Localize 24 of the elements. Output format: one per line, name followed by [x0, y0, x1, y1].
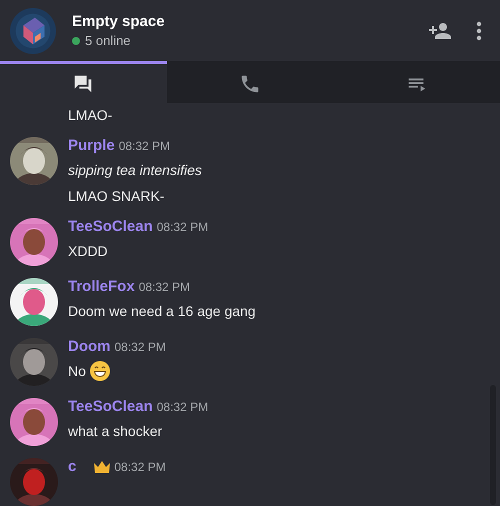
message-text: what a shocker — [68, 423, 162, 439]
crown-icon — [94, 460, 110, 472]
timestamp: 08:32 PM — [118, 139, 170, 153]
message-text: LMAO SNARK- — [68, 188, 164, 204]
message-text: LMAO- — [68, 107, 112, 123]
username[interactable]: TeeSoClean — [68, 218, 153, 235]
username[interactable]: TeeSoClean — [68, 398, 153, 415]
timestamp: 08:32 PM — [138, 280, 190, 294]
message-text: sipping tea intensifies — [68, 162, 202, 178]
message-text: Doom we need a 16 age gang — [68, 303, 256, 319]
message-text: No — [68, 363, 86, 379]
timestamp: 08:32 PM — [156, 400, 208, 414]
timestamp: 08:32 PM — [114, 340, 166, 354]
message-text: XDDD — [68, 243, 108, 259]
timestamp: 08:32 PM — [114, 460, 166, 474]
username[interactable]: c — [68, 458, 76, 475]
grinning-face-icon — [90, 361, 110, 381]
online-dot — [72, 36, 80, 44]
online-count: 5 online — [85, 33, 131, 48]
timestamp: 08:32 PM — [156, 220, 208, 234]
channel-title: Empty space — [72, 13, 166, 30]
username[interactable]: Doom — [68, 338, 110, 355]
username[interactable]: Purple — [68, 137, 115, 154]
username[interactable]: TrolleFox — [68, 278, 135, 295]
